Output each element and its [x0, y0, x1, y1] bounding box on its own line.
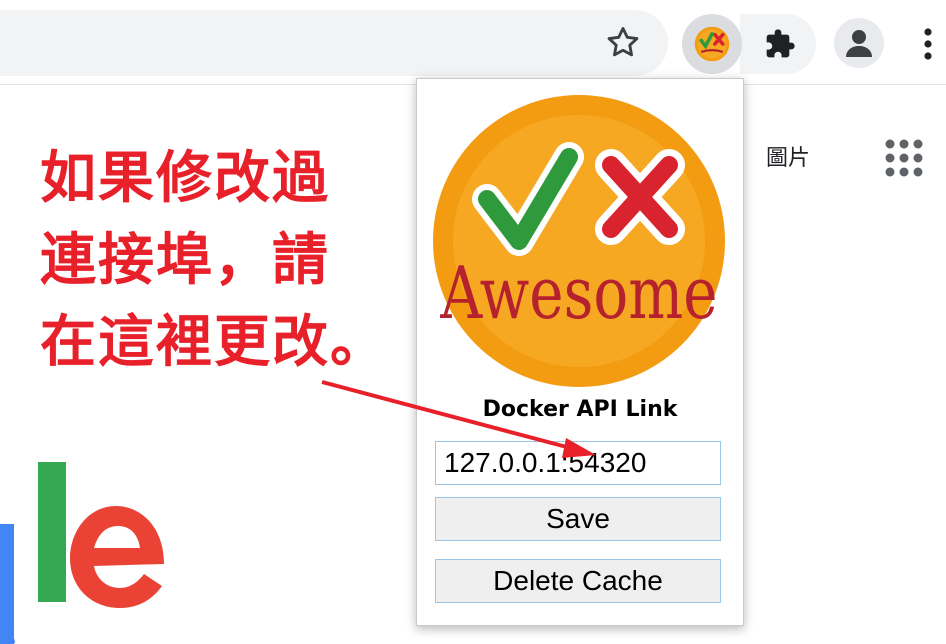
google-logo-partial: [0, 462, 164, 644]
screen: 圖片 如果修改過 連接埠，請 在這裡更改。 Awesome Docker API…: [0, 0, 946, 644]
awesome-extension-icon: [694, 26, 730, 62]
menu-icon[interactable]: [918, 24, 938, 64]
docker-api-link-input[interactable]: [435, 441, 721, 485]
browser-toolbar: [0, 0, 946, 85]
star-icon[interactable]: [604, 24, 642, 62]
apps-grid-icon[interactable]: [884, 138, 924, 178]
address-bar[interactable]: [0, 10, 668, 76]
delete-cache-button[interactable]: Delete Cache: [435, 559, 721, 603]
annotation-line-1: 如果修改過: [40, 146, 330, 211]
awesome-extension-button[interactable]: [682, 14, 742, 74]
profile-avatar[interactable]: [834, 18, 884, 68]
save-button[interactable]: Save: [435, 497, 721, 541]
images-link[interactable]: 圖片: [766, 140, 810, 172]
annotation-text: 如果修改過 連接埠，請 在這裡更改。: [40, 138, 440, 384]
awesome-logo: Awesome: [433, 95, 725, 387]
puzzle-icon[interactable]: [764, 28, 796, 60]
popup-title: Docker API Link: [482, 397, 678, 422]
annotation-line-3: 在這裡更改。: [40, 310, 388, 375]
annotation-line-2: 連接埠，請: [40, 228, 330, 293]
awesome-logo-text: Awesome: [440, 252, 718, 336]
avatar-icon: [846, 30, 872, 57]
extension-popup: Awesome Docker API Link Save Delete Cach…: [416, 78, 744, 626]
